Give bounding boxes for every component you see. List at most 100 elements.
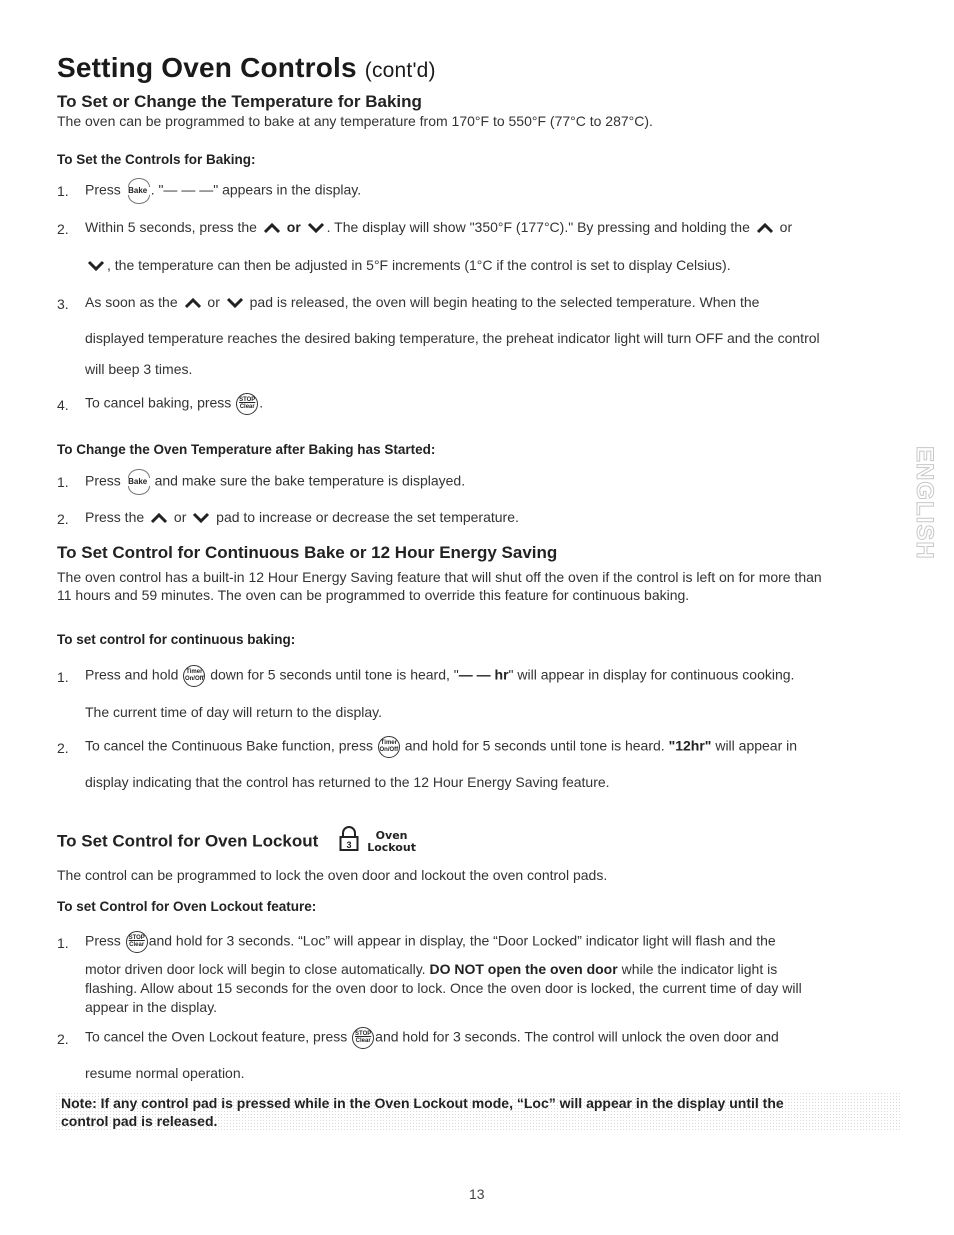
step-text-part: Press xyxy=(85,932,121,949)
down-arrow-icon xyxy=(307,222,325,234)
stop-clear-pad-icon: STOP Clear xyxy=(125,931,148,953)
step-text: To cancel baking, press STOP Clear. xyxy=(85,393,263,415)
language-side-tab: ENGLISH xyxy=(910,446,940,561)
stop-clear-pad-icon: STOP Clear xyxy=(352,1027,375,1049)
pad-label: Clear xyxy=(129,942,145,948)
step-text-part: will appear in xyxy=(715,737,798,754)
up-arrow-icon xyxy=(150,512,168,524)
step-text: To cancel the Continuous Bake function, … xyxy=(85,736,797,758)
step-text: will beep 3 times. xyxy=(85,361,193,377)
down-arrow-icon xyxy=(192,512,210,524)
padlock-icon: 3 xyxy=(339,826,359,857)
step-text: Press and hold Timer On/Off down for 5 se… xyxy=(85,665,794,687)
step-text-part: Press and hold xyxy=(85,666,179,683)
section-intro-baking: The oven can be programmed to bake at an… xyxy=(57,113,653,129)
step-text-part: To cancel baking, press xyxy=(85,394,232,411)
step-text: flashing. Allow about 15 seconds for the… xyxy=(85,980,802,996)
step-text-part: and hold for 3 seconds. “Loc” will appea… xyxy=(148,932,776,949)
step-text: Press Bake. "— — —" appears in the displ… xyxy=(85,178,362,204)
step-number: 2. xyxy=(57,740,69,756)
subheading-continuous-baking: To set control for continuous baking: xyxy=(57,632,296,647)
step-text-part: " will appear in display for continuous … xyxy=(508,666,795,683)
step-number: 3. xyxy=(57,296,69,312)
section-intro-continuous-line1: The oven control has a built-in 12 Hour … xyxy=(57,569,822,585)
step-text-bold: "12hr" xyxy=(668,737,712,754)
step-text-part: or xyxy=(779,219,793,235)
section-intro-continuous-line2: 11 hours and 59 minutes. The oven can be… xyxy=(57,587,690,603)
step-text-part: . xyxy=(259,394,264,411)
up-arrow-icon xyxy=(756,222,774,234)
step-text-bold: — — hr xyxy=(458,666,509,683)
step-text-part: Press the xyxy=(85,509,145,525)
section-intro-lockout: The control can be programmed to lock th… xyxy=(57,867,608,883)
step-text: appear in the display. xyxy=(85,999,218,1015)
step-text: resume normal operation. xyxy=(85,1065,245,1081)
step-text: Press STOP Clear and hold for 3 seconds. “… xyxy=(85,931,776,953)
step-text-part: pad to increase or decrease the set temp… xyxy=(216,509,519,525)
down-arrow-icon xyxy=(87,260,105,272)
step-text: The current time of day will return to t… xyxy=(85,704,382,720)
subheading-set-controls-baking: To Set the Controls for Baking: xyxy=(57,152,256,167)
step-number: 4. xyxy=(57,397,69,413)
step-text-part: Within 5 seconds, press the xyxy=(85,219,257,235)
pad-label: Timer xyxy=(380,740,397,746)
section-heading-oven-lockout: To Set Control for Oven Lockout xyxy=(57,831,319,851)
step-number: 2. xyxy=(57,1031,69,1047)
pad-label: STOP xyxy=(239,397,256,403)
step-text-part: pad is released, the oven will begin hea… xyxy=(249,294,760,310)
timer-pad-icon: Timer On/Off xyxy=(183,665,206,687)
step-text-part: . The display will show "350°F (177°C)."… xyxy=(326,219,750,235)
step-text: motor driven door lock will begin to clo… xyxy=(85,961,777,977)
pad-label: Clear xyxy=(239,404,255,410)
step-text-part: Press xyxy=(85,181,121,198)
step-text: displayed temperature reaches the desire… xyxy=(85,330,820,346)
step-text-part: or xyxy=(286,219,301,235)
timer-pad-icon: Timer On/Off xyxy=(377,736,400,758)
page-title-suffix: (cont'd) xyxy=(364,59,436,82)
step-text-part: while the indicator light is xyxy=(621,961,778,977)
pad-label: On/Off xyxy=(184,676,204,682)
up-arrow-icon xyxy=(184,297,202,309)
section-heading-row-lockout: To Set Control for Oven Lockout 3 Oven Lo… xyxy=(57,826,416,857)
step-text-part: motor driven door lock will begin to clo… xyxy=(85,961,426,977)
up-arrow-icon xyxy=(263,222,281,234)
step-text-part: As soon as the xyxy=(85,294,178,310)
bake-pad-icon: Bake xyxy=(125,178,151,204)
step-number: 2. xyxy=(57,511,69,527)
page-number: 13 xyxy=(469,1186,485,1202)
step-text: Press the or pad to increase or decrease… xyxy=(85,509,519,525)
step-text-part: and hold for 5 seconds until tone is hea… xyxy=(404,737,665,754)
step-number: 2. xyxy=(57,221,69,237)
step-text: As soon as the or pad is released, the o… xyxy=(85,294,759,310)
step-text-part: or xyxy=(207,294,220,310)
lock-label-line: Lockout xyxy=(367,840,416,854)
step-number: 1. xyxy=(57,183,69,199)
step-number: 1. xyxy=(57,669,69,685)
section-heading-baking-temperature: To Set or Change the Temperature for Bak… xyxy=(57,92,422,111)
step-text: Within 5 seconds, press the or . The dis… xyxy=(85,219,792,235)
step-text-part: To cancel the Continuous Bake function, … xyxy=(85,737,373,754)
subheading-change-temperature: To Change the Oven Temperature after Bak… xyxy=(57,442,436,457)
step-text: , the temperature can then be adjusted i… xyxy=(85,257,731,273)
bake-pad-icon: Bake xyxy=(125,469,151,495)
down-arrow-icon xyxy=(226,297,244,309)
step-text: Press Bake and make sure the bake temper… xyxy=(85,469,465,495)
subheading-lockout-feature: To set Control for Oven Lockout feature: xyxy=(57,899,317,914)
pad-label: STOP xyxy=(128,935,145,941)
step-text: To cancel the Oven Lockout feature, pres… xyxy=(85,1027,779,1049)
step-text-part: Press xyxy=(85,472,121,489)
step-text-part: . "— — —" appears in the display. xyxy=(150,181,362,198)
section-heading-continuous-bake: To Set Control for Continuous Bake or 12… xyxy=(57,543,558,562)
note-line: Note: If any control pad is pressed whil… xyxy=(61,1095,784,1111)
step-number: 1. xyxy=(57,474,69,490)
padlock-number: 3 xyxy=(346,840,351,850)
language-label: ENGLISH xyxy=(911,446,939,561)
page-title: Setting Oven Controls (cont'd) xyxy=(57,52,436,84)
pad-label: STOP xyxy=(355,1031,372,1037)
pad-label: On/Off xyxy=(379,747,399,753)
step-text-part: To cancel the Oven Lockout feature, pres… xyxy=(85,1028,348,1045)
note-line: control pad is released. xyxy=(61,1113,218,1129)
pad-label: Clear xyxy=(355,1038,371,1044)
step-text: display indicating that the control has … xyxy=(85,774,610,790)
step-text-bold: DO NOT open the oven door xyxy=(429,961,618,977)
